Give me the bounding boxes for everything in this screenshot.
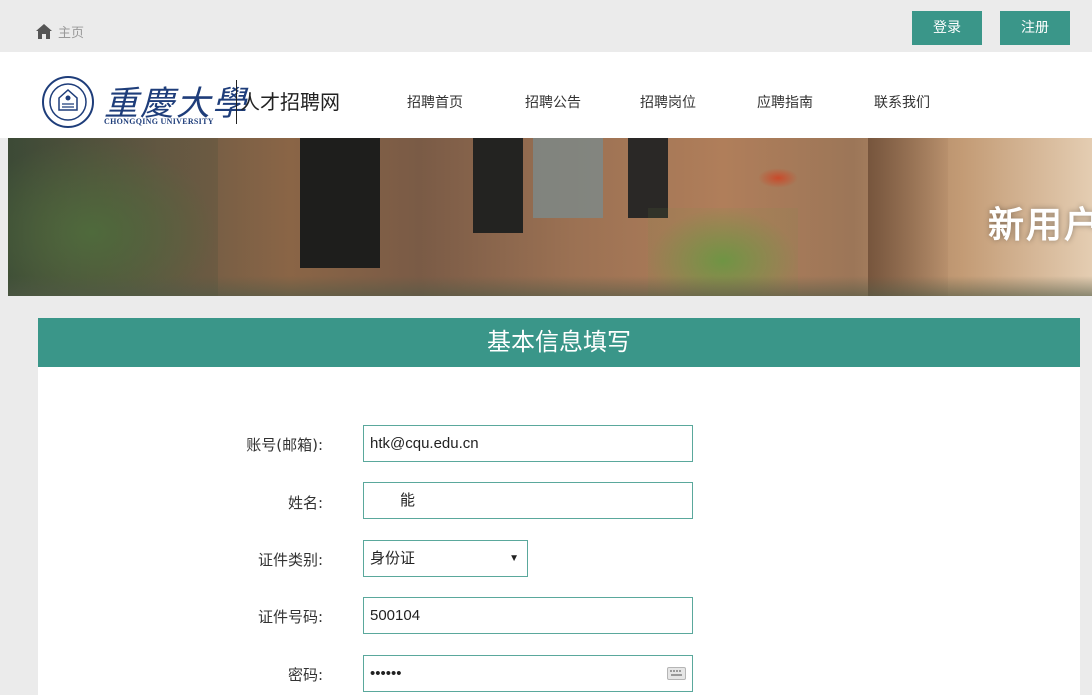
password-value: •••••• [370, 665, 402, 682]
nav-contact-us[interactable]: 联系我们 [874, 92, 930, 112]
site-title: 人才招聘网 [240, 90, 340, 114]
id-type-value: 身份证 [370, 550, 416, 567]
nav-recruit-home[interactable]: 招聘首页 [407, 92, 463, 112]
id-type-select[interactable]: 身份证 ▼ [363, 540, 528, 577]
account-email-input[interactable]: htk@cqu.edu.cn [363, 425, 693, 462]
login-button[interactable]: 登录 [912, 11, 982, 45]
id-type-label: 证件类别: [257, 551, 323, 569]
basic-info-form: 基本信息填写 账号(邮箱): htk@cqu.edu.cn 姓名: 能 证件类别… [38, 318, 1080, 695]
account-label: 账号(邮箱): [246, 436, 323, 454]
nav-recruit-notice[interactable]: 招聘公告 [525, 92, 581, 112]
top-bar: 主页 登录 注册 [0, 0, 1092, 52]
register-button[interactable]: 注册 [1000, 11, 1070, 45]
site-header: 重慶大學 CHONGQING UNIVERSITY 人才招聘网 招聘首页 招聘公… [0, 52, 1092, 138]
keyboard-icon[interactable] [667, 667, 686, 680]
form-title: 基本信息填写 [38, 318, 1080, 367]
password-input[interactable]: •••••• [363, 655, 693, 692]
hero-banner: 新用户 [8, 138, 1092, 296]
banner-heading: 新用户 [988, 205, 1092, 246]
home-icon [36, 24, 52, 39]
name-label: 姓名: [287, 494, 323, 512]
account-email-value: htk@cqu.edu.cn [370, 435, 479, 452]
nav-application-guide[interactable]: 应聘指南 [757, 92, 813, 112]
logo-english-name: CHONGQING UNIVERSITY [104, 117, 214, 126]
name-value: 能 [400, 492, 416, 509]
home-link[interactable]: 主页 [36, 22, 84, 41]
chevron-down-icon: ▼ [509, 553, 519, 564]
nav-recruit-positions[interactable]: 招聘岗位 [640, 92, 696, 112]
id-number-input[interactable]: 500104 [363, 597, 693, 634]
university-emblem-icon [42, 76, 94, 128]
id-number-value: 500104 [370, 607, 421, 624]
name-input[interactable]: 能 [363, 482, 693, 519]
password-label: 密码: [287, 666, 323, 684]
home-label: 主页 [58, 26, 85, 41]
header-divider [236, 80, 237, 124]
id-number-label: 证件号码: [257, 608, 323, 626]
